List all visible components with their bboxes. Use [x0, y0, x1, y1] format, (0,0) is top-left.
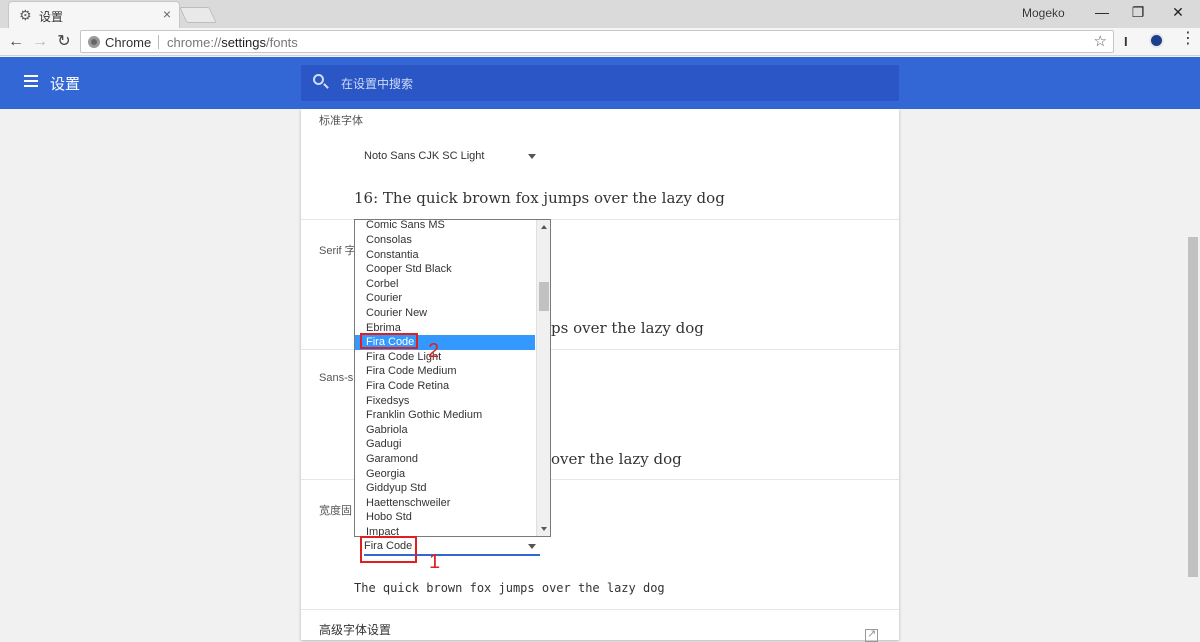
dropdown-option[interactable]: Courier New: [355, 306, 535, 321]
tab-title: 设置: [39, 10, 64, 24]
chrome-icon: [88, 36, 100, 48]
extension-i-icon[interactable]: I: [1124, 34, 1128, 49]
serif-font-sample: ps over the lazy dog: [551, 319, 704, 337]
url-path: /fonts: [266, 35, 298, 50]
close-tab-icon[interactable]: ×: [163, 6, 171, 22]
dropdown-option[interactable]: Franklin Gothic Medium: [355, 408, 535, 423]
dropdown-scrollbar[interactable]: [536, 220, 550, 536]
font-dropdown-list[interactable]: Comic Sans MS Consolas Constantia Cooper St…: [354, 219, 551, 537]
bookmark-star-icon[interactable]: ☆: [1094, 32, 1107, 50]
dropdown-option[interactable]: Cooper Std Black: [355, 262, 535, 277]
dropdown-options: Comic Sans MS Consolas Constantia Cooper St…: [355, 220, 535, 536]
annotation-box-1: [360, 536, 417, 563]
sans-serif-font-label: Sans-s: [319, 372, 354, 384]
tab-settings[interactable]: ⚙ 设置 ×: [8, 1, 180, 28]
dropdown-option[interactable]: Fixedsys: [355, 394, 535, 409]
url-text[interactable]: chrome://settings/fonts: [167, 35, 298, 50]
page-title: 设置: [50, 76, 81, 93]
standard-font-value: Noto Sans CJK SC Light: [364, 150, 485, 162]
dropdown-option[interactable]: Georgia: [355, 467, 535, 482]
dropdown-option[interactable]: Corbel: [355, 277, 535, 292]
reload-button[interactable]: ↻: [54, 32, 74, 52]
standard-font-select[interactable]: Noto Sans CJK SC Light: [364, 148, 540, 166]
serif-font-label: Serif 字: [319, 245, 356, 257]
scroll-up-icon[interactable]: [541, 225, 547, 229]
restore-button[interactable]: ❐: [1118, 0, 1158, 24]
dropdown-option[interactable]: Gabriola: [355, 423, 535, 438]
more-menu-icon[interactable]: ⋮: [1180, 31, 1196, 47]
url-host: settings: [221, 35, 266, 50]
search-placeholder: 在设置中搜索: [341, 77, 414, 91]
dropdown-option[interactable]: Consolas: [355, 233, 535, 248]
dropdown-option[interactable]: Giddyup Std: [355, 481, 535, 496]
dropdown-option[interactable]: Comic Sans MS: [355, 220, 535, 233]
dropdown-option[interactable]: Haettenschweiler: [355, 496, 535, 511]
profile-name[interactable]: Mogeko: [1022, 6, 1065, 20]
divider: [301, 609, 899, 610]
annotation-number-2: 2: [428, 340, 440, 362]
dropdown-option[interactable]: Gadugi: [355, 437, 535, 452]
close-window-button[interactable]: ✕: [1158, 0, 1198, 24]
dropdown-option[interactable]: Fira Code Medium: [355, 364, 535, 379]
annotation-box-2: [360, 333, 418, 349]
chevron-down-icon: [528, 544, 536, 549]
standard-font-sample: 16: The quick brown fox jumps over the l…: [354, 189, 725, 207]
minimize-button[interactable]: —: [1082, 0, 1122, 24]
dropdown-option[interactable]: Hobo Std: [355, 510, 535, 525]
url-scheme: chrome://: [167, 35, 222, 50]
chevron-down-icon: [528, 154, 536, 159]
new-tab-button[interactable]: [179, 7, 217, 23]
tab-strip: ⚙ 设置 × Mogeko — ❐ ✕: [0, 0, 1200, 28]
external-link-icon[interactable]: [865, 627, 878, 642]
scroll-down-icon[interactable]: [541, 527, 547, 531]
settings-header: 设置 在设置中搜索: [0, 57, 1200, 109]
dropdown-option[interactable]: Courier: [355, 291, 535, 306]
dropdown-option[interactable]: Garamond: [355, 452, 535, 467]
address-bar[interactable]: Chrome chrome://settings/fonts ☆: [80, 30, 1114, 53]
search-icon: [313, 74, 324, 85]
dropdown-option[interactable]: Fira Code Retina: [355, 379, 535, 394]
fixed-width-font-label: 宽度固: [319, 505, 352, 517]
standard-font-label: 标准字体: [319, 115, 363, 127]
extension-globe-icon[interactable]: [1149, 33, 1164, 48]
page-scrollbar[interactable]: [1186, 109, 1200, 640]
fixed-width-font-sample: The quick brown fox jumps over the lazy …: [354, 581, 665, 595]
search-input[interactable]: 在设置中搜索: [301, 65, 899, 101]
divider: [158, 35, 159, 49]
forward-button[interactable]: →: [30, 32, 50, 52]
menu-icon[interactable]: [24, 75, 38, 87]
scrollbar-thumb[interactable]: [539, 282, 549, 311]
site-name: Chrome: [105, 35, 152, 50]
sans-serif-font-sample: over the lazy dog: [551, 450, 682, 468]
gear-icon: ⚙: [19, 7, 32, 23]
back-button[interactable]: ←: [6, 32, 26, 52]
browser-toolbar: ← → ↻ Chrome chrome://settings/fonts ☆ I…: [0, 28, 1200, 56]
page-scrollbar-thumb[interactable]: [1188, 237, 1198, 577]
advanced-font-settings-link[interactable]: 高级字体设置: [319, 621, 391, 638]
annotation-number-1: 1: [429, 551, 441, 573]
dropdown-option[interactable]: Fira Code Light: [355, 350, 535, 365]
dropdown-option[interactable]: Constantia: [355, 248, 535, 263]
